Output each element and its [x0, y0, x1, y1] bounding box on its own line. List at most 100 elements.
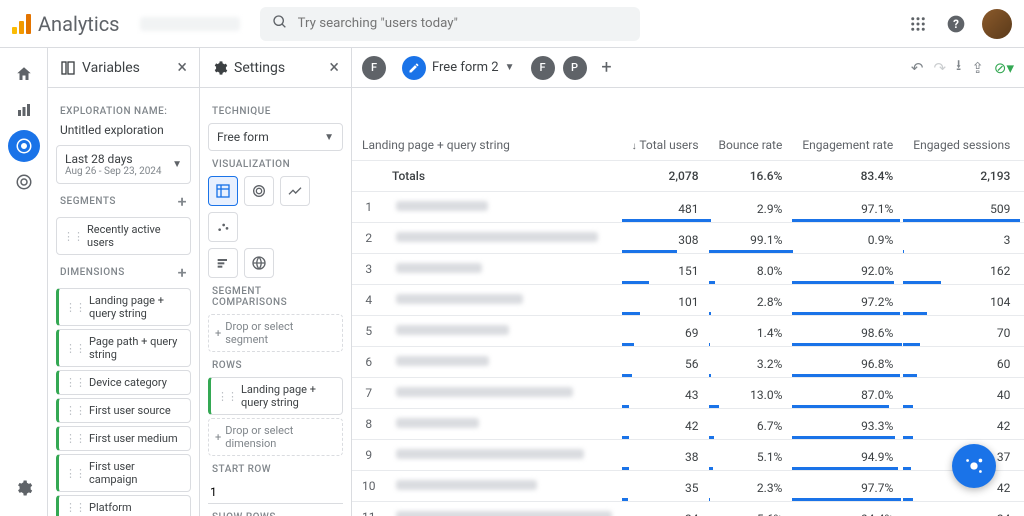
table-row[interactable]: 74313.0%87.0%402 — [352, 378, 1024, 409]
totals-avg: 3 — [1020, 161, 1024, 192]
variables-title: Variables — [82, 60, 140, 76]
rows-dropzone[interactable]: +Drop or select dimension — [208, 418, 343, 456]
totals-label: Totals — [352, 161, 622, 192]
search-input[interactable] — [298, 16, 628, 31]
table-row[interactable]: 14812.9%97.1%509 — [352, 192, 1024, 223]
dimension-chip[interactable]: ⋮⋮ Page path + query string — [56, 329, 191, 367]
table-row[interactable]: 230899.1%0.9%3 — [352, 223, 1024, 254]
row-dimension — [386, 378, 622, 409]
start-row-input[interactable] — [208, 481, 343, 504]
tab-freeform-1[interactable]: F — [362, 56, 386, 80]
row-dimension — [386, 440, 622, 471]
avatar[interactable] — [982, 9, 1012, 39]
help-icon[interactable]: ? — [944, 12, 968, 36]
settings-panel: Settings × TECHNIQUE Free form▼ VISUALIZ… — [200, 48, 352, 516]
cell-value: 87.0% — [792, 378, 903, 409]
viz-line-icon[interactable] — [280, 176, 310, 206]
redo-icon[interactable]: ↷ — [933, 59, 946, 77]
close-settings-icon[interactable]: × — [329, 57, 339, 78]
table-row[interactable]: 5691.4%98.6%701m 0 — [352, 316, 1024, 347]
topbar: Analytics ? — [0, 0, 1024, 48]
cell-value — [1020, 502, 1024, 516]
dimension-label: Platform — [89, 501, 132, 514]
col-total-users[interactable]: ↓ Total users — [622, 88, 709, 161]
dimension-label: Page path + query string — [89, 335, 184, 361]
download-icon[interactable]: ⭳ — [956, 55, 961, 80]
dimension-chip[interactable]: ⋮⋮First user campaign — [56, 454, 191, 492]
undo-icon[interactable]: ↶ — [911, 59, 924, 77]
table-row[interactable]: 10352.3%97.7%421m 0 — [352, 471, 1024, 502]
table-row[interactable]: 31518.0%92.0%162 — [352, 254, 1024, 285]
technique-heading: TECHNIQUE — [212, 106, 339, 117]
insights-fab[interactable] — [952, 444, 996, 488]
segment-dropzone[interactable]: +Drop or select segment — [208, 314, 343, 352]
rail-home-icon[interactable] — [8, 58, 40, 90]
row-number: 2 — [352, 223, 386, 254]
drag-handle-icon[interactable]: ⋮⋮ — [65, 432, 85, 445]
exploration-name[interactable]: Untitled exploration — [60, 123, 187, 137]
drag-handle-icon[interactable]: ⋮⋮ — [65, 301, 85, 314]
segment-chip[interactable]: ⋮⋮Recently active users — [56, 217, 191, 255]
table-row[interactable]: 8426.7%93.3%422 — [352, 409, 1024, 440]
cell-value: 97.2% — [792, 285, 903, 316]
table-row[interactable]: 9385.1%94.9%372 — [352, 440, 1024, 471]
cell-value — [1020, 347, 1024, 378]
settings-icon — [212, 60, 228, 76]
totals-bounce: 16.6% — [709, 161, 793, 192]
technique-select[interactable]: Free form▼ — [208, 123, 343, 151]
dimension-chip[interactable]: ⋮⋮Landing page + query string — [56, 288, 191, 326]
add-segment-button[interactable]: + — [178, 192, 187, 211]
rail-reports-icon[interactable] — [8, 94, 40, 126]
add-tab-button[interactable]: + — [595, 56, 619, 80]
cell-value: 34 — [622, 502, 709, 516]
rail-explore-icon[interactable] — [8, 130, 40, 162]
rows-chip[interactable]: ⋮⋮Landing page + query string — [208, 377, 343, 415]
drag-handle-icon[interactable]: ⋮⋮ — [63, 230, 83, 243]
cell-value: 43 — [622, 378, 709, 409]
col-avg-engagement-time[interactable]: Averaengagemetime psess — [1020, 88, 1024, 161]
left-rail — [0, 48, 48, 516]
drag-handle-icon[interactable]: ⋮⋮ — [65, 501, 85, 514]
tab-active-label: Free form 2 — [432, 60, 499, 75]
share-icon[interactable]: ⇪ — [971, 59, 984, 77]
viz-scatter-icon[interactable] — [208, 212, 238, 242]
svg-text:?: ? — [953, 17, 959, 31]
chevron-down-icon[interactable]: ▼ — [505, 62, 515, 73]
tab-freeform-2-active[interactable]: Free form 2 ▼ — [394, 52, 523, 84]
totals-sessions: 2,193 — [903, 161, 1020, 192]
viz-geo-icon[interactable] — [244, 248, 274, 278]
tab-path-1[interactable]: P — [563, 56, 587, 80]
search-box[interactable] — [260, 7, 640, 41]
col-dimension[interactable]: Landing page + query string — [352, 88, 622, 161]
quality-icon[interactable]: ⊘▾ — [994, 59, 1014, 77]
dimension-chip[interactable]: ⋮⋮First user source — [56, 398, 191, 423]
col-engaged-sessions[interactable]: Engaged sessions — [903, 88, 1020, 161]
rail-advertising-icon[interactable] — [8, 166, 40, 198]
drag-handle-icon[interactable]: ⋮⋮ — [65, 467, 85, 480]
property-breadcrumb[interactable] — [140, 17, 240, 31]
drag-handle-icon[interactable]: ⋮⋮ — [65, 376, 85, 389]
col-engagement-rate[interactable]: Engagement rate — [792, 88, 903, 161]
logo: Analytics — [12, 12, 120, 36]
rail-admin-icon[interactable] — [8, 472, 40, 504]
date-range-picker[interactable]: Last 28 days Aug 26 - Sep 23, 2024 ▼ — [56, 145, 191, 184]
viz-donut-icon[interactable] — [244, 176, 274, 206]
dimension-chip[interactable]: ⋮⋮First user medium — [56, 426, 191, 451]
drag-handle-icon[interactable]: ⋮⋮ — [65, 342, 85, 355]
viz-table-icon[interactable] — [208, 176, 238, 206]
drag-handle-icon[interactable]: ⋮⋮ — [65, 404, 85, 417]
add-dimension-button[interactable]: + — [178, 263, 187, 282]
dimension-chip[interactable]: ⋮⋮ Platform — [56, 495, 191, 516]
table-row[interactable]: 11345.6%94.4%34 — [352, 502, 1024, 516]
col-bounce-rate[interactable]: Bounce rate — [709, 88, 793, 161]
variables-icon — [60, 60, 76, 76]
drag-handle-icon[interactable]: ⋮⋮ — [217, 390, 237, 403]
apps-icon[interactable] — [906, 12, 930, 36]
tab-freeform-3[interactable]: F — [531, 56, 555, 80]
viz-bar-icon[interactable] — [208, 248, 238, 278]
close-variables-icon[interactable]: × — [177, 57, 187, 78]
cell-value: 92.0% — [792, 254, 903, 285]
table-row[interactable]: 41012.8%97.2%1042 — [352, 285, 1024, 316]
table-row[interactable]: 6563.2%96.8%60 — [352, 347, 1024, 378]
dimension-chip[interactable]: ⋮⋮Device category — [56, 370, 191, 395]
